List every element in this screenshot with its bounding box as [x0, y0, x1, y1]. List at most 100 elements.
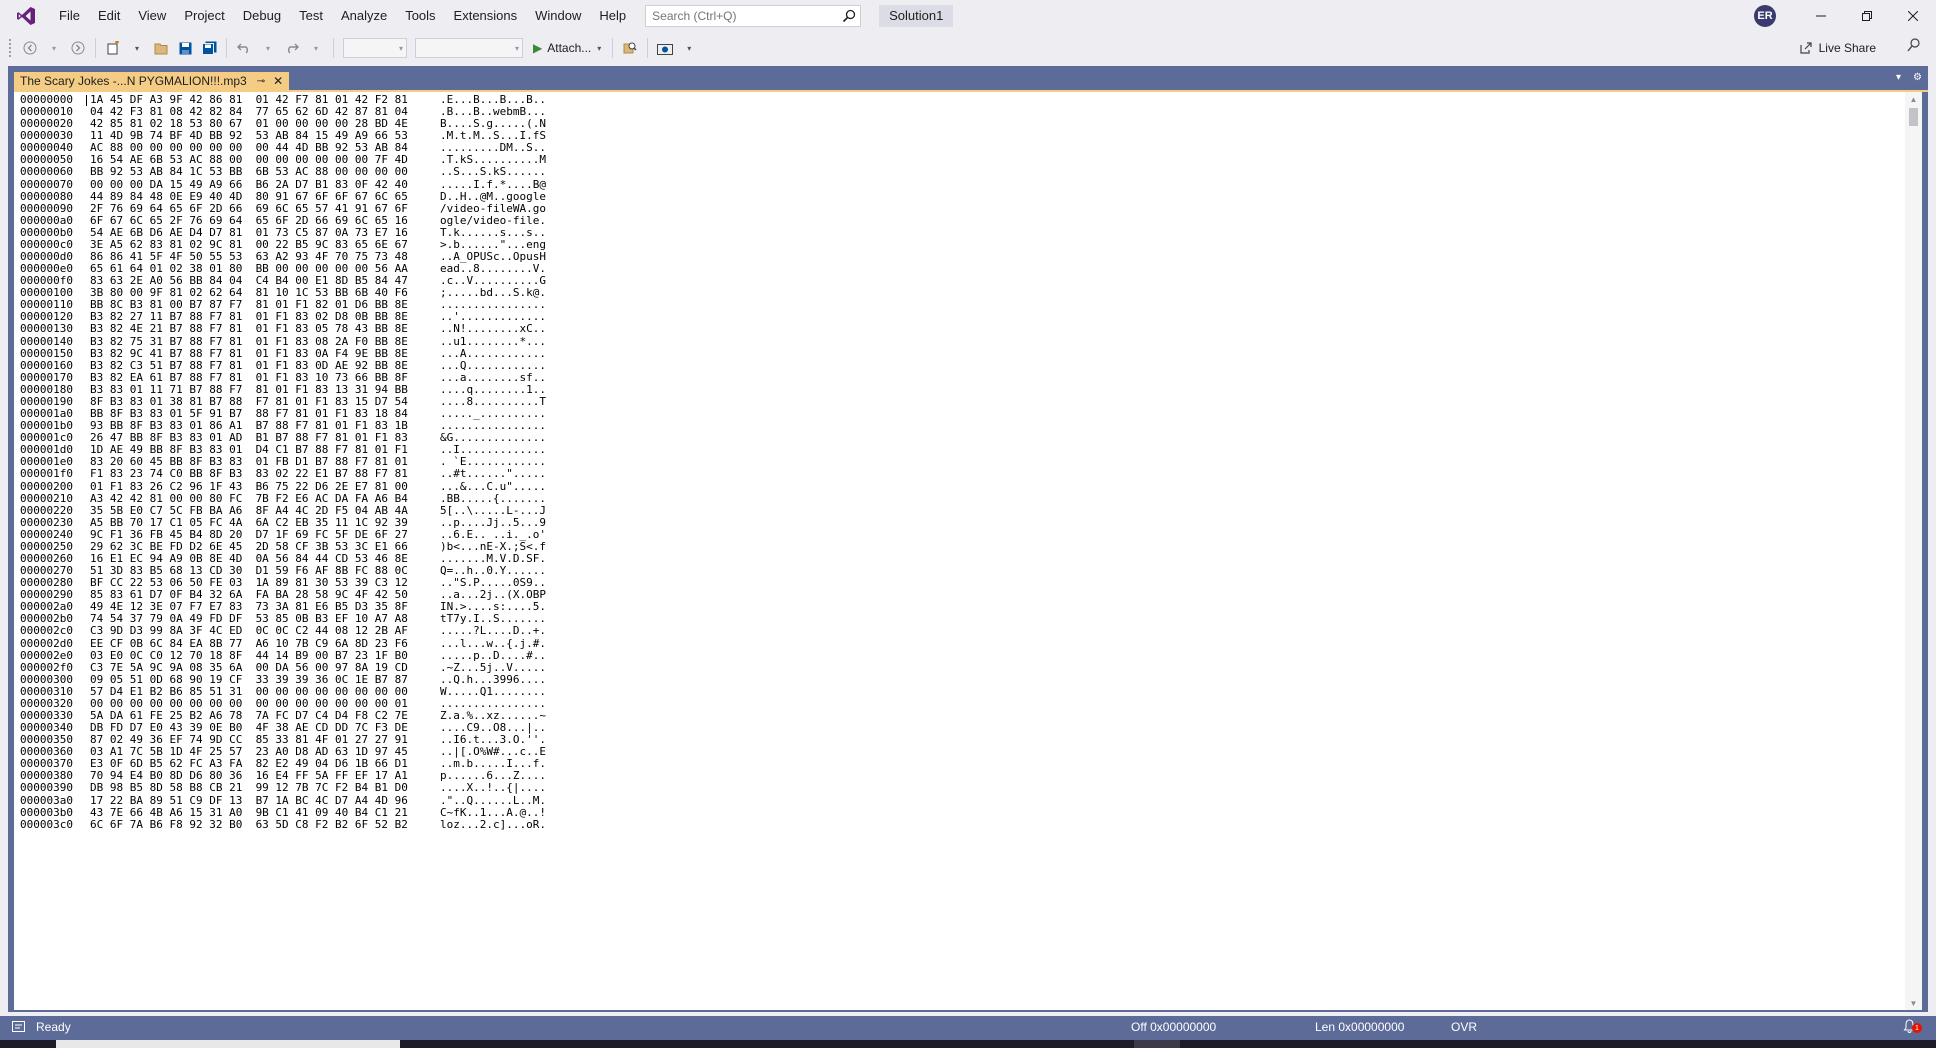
find-in-files-icon[interactable] [620, 37, 640, 59]
menu-test[interactable]: Test [290, 0, 332, 32]
open-folder-icon[interactable] [151, 37, 171, 59]
hex-row[interactable]: 00000070 00 00 00 DA 15 49 A9 66 B6 2A D7… [20, 178, 1880, 191]
navigate-forward-icon[interactable] [68, 37, 88, 59]
text-caret [86, 95, 87, 106]
live-share-label: Live Share [1818, 41, 1876, 55]
dropdown-arrow-icon[interactable]: ▾ [306, 37, 326, 59]
hex-row[interactable]: 000002d0 EE CF 0B 6C 84 EA 8B 77 A6 10 7B… [20, 636, 1880, 650]
hex-row[interactable]: 00000150 B3 82 9C 41 B7 88 F7 81 01 F1 83… [20, 346, 1880, 360]
tab-strip-controls: ▾ ⚙ [1896, 72, 1922, 83]
hex-row[interactable]: 00000080 44 89 84 48 0E E9 40 4D 80 91 67… [20, 189, 1880, 203]
dropdown-arrow-icon[interactable]: ▾ [258, 37, 278, 59]
pin-icon[interactable]: ⊸ [257, 76, 265, 87]
hex-ascii: .~Z...5j..V..... [440, 660, 546, 674]
hex-offset: 00000150 [20, 346, 73, 360]
hex-row[interactable]: 00000090 2F 76 69 64 65 6F 2D 66 69 6C 65… [20, 201, 1880, 215]
window-controls: ER [1754, 0, 1936, 32]
menu-help[interactable]: Help [590, 0, 635, 32]
hex-content[interactable]: 00000000 1A 45 DF A3 9F 42 86 81 01 42 F7… [20, 93, 1880, 831]
toolbar-separator [647, 38, 649, 58]
hex-offset: 00000130 [20, 322, 73, 336]
hex-row[interactable]: 00000210 A3 42 42 81 00 00 80 FC 7B F2 E6… [20, 491, 1880, 505]
close-button[interactable] [1890, 0, 1936, 32]
hex-row[interactable]: 00000130 B3 82 4E 21 B7 88 F7 81 01 F1 83… [20, 323, 1880, 335]
hex-row[interactable]: 000003a0 17 22 BA 89 51 C9 DF 13 B7 1A BC… [20, 794, 1880, 807]
tab-settings-gear-icon[interactable]: ⚙ [1913, 72, 1922, 83]
hex-row[interactable]: 00000060 BB 92 53 AB 84 1C 53 BB 6B 53 AC… [20, 166, 1880, 178]
dropdown-arrow-icon[interactable]: ▾ [127, 37, 147, 59]
hex-row[interactable]: 000002c0 C3 9D D3 99 8A 3F 4C ED 0C 0C C2… [20, 625, 1880, 637]
search-icon[interactable] [842, 9, 856, 23]
screenshot-icon[interactable] [655, 37, 675, 59]
menu-bar: File Edit View Project Debug Test Analyz… [50, 0, 635, 32]
hex-bytes: B3 82 4E 21 B7 88 F7 81 01 F1 83 05 78 4… [90, 322, 408, 336]
dropdown-arrow-icon[interactable]: ▾ [44, 37, 64, 59]
tab-list-dropdown-icon[interactable]: ▾ [1896, 72, 1901, 83]
toolbar-separator [226, 38, 227, 58]
redo-icon[interactable] [282, 37, 302, 59]
hex-offset: 000002d0 [20, 636, 73, 650]
solution-name[interactable]: Solution1 [879, 5, 954, 27]
solution-configuration-select[interactable]: ▾ [343, 38, 407, 58]
menu-edit[interactable]: Edit [89, 0, 129, 32]
scroll-up-arrow-icon[interactable]: ▲ [1905, 92, 1922, 106]
hex-row[interactable]: 000002e0 03 E0 0C C0 12 70 18 8F 44 14 B9… [20, 648, 1880, 662]
save-icon[interactable] [175, 37, 195, 59]
hex-row[interactable]: 00000230 A5 BB 70 17 C1 05 FC 4A 6A C2 EB… [20, 516, 1880, 529]
menu-view[interactable]: View [129, 0, 175, 32]
taskbar-search-field[interactable] [56, 1040, 400, 1048]
new-project-icon[interactable] [103, 37, 123, 59]
hex-editor[interactable]: 00000000 1A 45 DF A3 9F 42 86 81 01 42 F7… [14, 92, 1922, 1010]
hex-row[interactable]: 000003b0 43 7E 66 4B A6 15 31 A0 9B C1 41… [20, 806, 1880, 819]
scroll-down-arrow-icon[interactable]: ▼ [1905, 996, 1922, 1010]
hex-offset: 00000200 [20, 479, 73, 493]
search-input[interactable] [652, 9, 823, 23]
hex-offset: 00000210 [20, 491, 73, 505]
visual-studio-logo-icon[interactable] [12, 2, 40, 30]
hex-ascii: /video-fileWA.go [440, 201, 546, 215]
hex-row[interactable]: 00000200 01 F1 83 26 C2 96 1F 43 B6 75 22… [20, 479, 1880, 493]
toolbar-overflow-icon[interactable]: ▾ [679, 37, 699, 59]
vertical-scrollbar[interactable]: ▲ ▼ [1905, 92, 1922, 1010]
hex-row[interactable]: 000002f0 C3 7E 5A 9C 9A 08 35 6A 00 DA 56… [20, 660, 1880, 674]
save-all-icon[interactable] [199, 37, 219, 59]
hex-row[interactable]: 000001f0 F1 83 23 74 C0 BB 8F B3 83 02 22… [20, 468, 1880, 480]
document-tab[interactable]: The Scary Jokes -...N PYGMALION!!!.mp3 ⊸… [14, 72, 290, 90]
scrollbar-thumb[interactable] [1909, 108, 1918, 126]
navigate-back-icon[interactable] [20, 37, 40, 59]
feedback-icon[interactable] [1906, 37, 1922, 56]
restore-button[interactable] [1844, 0, 1890, 32]
dropdown-arrow-icon[interactable]: ▾ [597, 44, 601, 53]
undo-icon[interactable] [234, 37, 254, 59]
hex-bytes: C3 7E 5A 9C 9A 08 35 6A 00 DA 56 00 97 8… [90, 660, 408, 674]
close-tab-icon[interactable]: ✕ [273, 74, 283, 88]
hex-ascii: ...A............ [440, 346, 546, 360]
status-overwrite-mode[interactable]: OVR [1451, 1020, 1477, 1034]
hex-ascii: .BB.....{....... [440, 491, 546, 505]
live-share-button[interactable]: Live Share [1799, 32, 1876, 64]
menu-window[interactable]: Window [526, 0, 590, 32]
menu-project[interactable]: Project [175, 0, 233, 32]
hex-row[interactable]: 00000390 DB 98 B5 8D 58 B8 CB 21 99 12 7B… [20, 782, 1880, 794]
minimize-button[interactable] [1798, 0, 1844, 32]
hex-row[interactable]: 00000160 B3 82 C3 51 B7 88 F7 81 01 F1 83… [20, 359, 1880, 372]
avatar[interactable]: ER [1754, 5, 1776, 27]
hex-row[interactable]: 000003c0 6C 6F 7A B6 F8 92 32 B0 63 5D C8… [20, 818, 1880, 831]
solution-platform-select[interactable]: ▾ [415, 38, 523, 58]
os-taskbar [0, 1040, 1936, 1048]
toolbar-grip[interactable] [8, 38, 12, 58]
hex-row[interactable]: 00000140 B3 82 75 31 B7 88 F7 81 01 F1 83… [20, 335, 1880, 348]
taskbar-app-button[interactable] [1134, 1040, 1180, 1048]
hex-ascii: .....p..D....#.. [440, 648, 546, 662]
bell-icon[interactable]: 1 [1903, 1019, 1922, 1036]
hex-row[interactable]: 00000220 35 5B E0 C7 5C FB BA A6 8F A4 4C… [20, 503, 1880, 517]
menu-analyze[interactable]: Analyze [332, 0, 396, 32]
hex-ascii: 5[..\.....L-...J [440, 503, 546, 517]
menu-file[interactable]: File [50, 0, 89, 32]
attach-button[interactable]: ▶ Attach... ▾ [533, 41, 601, 55]
status-bar: Ready Off 0x00000000 Len 0x00000000 OVR … [0, 1016, 1936, 1040]
menu-extensions[interactable]: Extensions [445, 0, 527, 32]
menu-debug[interactable]: Debug [234, 0, 290, 32]
menu-tools[interactable]: Tools [396, 0, 444, 32]
hex-bytes: 44 89 84 48 0E E9 40 4D 80 91 67 6F 6F 6… [90, 189, 408, 203]
